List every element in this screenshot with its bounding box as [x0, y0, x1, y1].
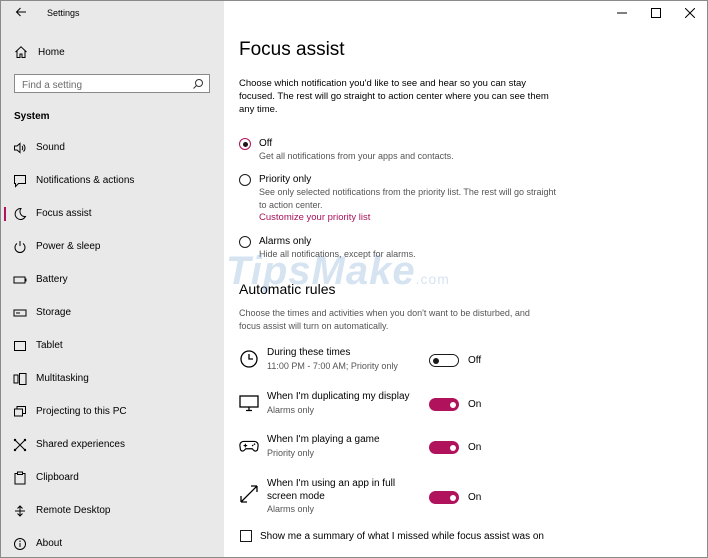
- sidebar-item-storage[interactable]: Storage: [1, 296, 224, 329]
- clock-icon: [239, 349, 259, 369]
- battery-icon: [13, 273, 27, 287]
- rule-title: When I'm duplicating my display: [267, 391, 410, 402]
- main-content: Focus assist Choose which notification y…: [224, 1, 707, 557]
- sidebar-item-label: Shared experiences: [36, 439, 125, 450]
- sidebar-item-focus-assist[interactable]: Focus assist: [1, 197, 224, 230]
- option-description: See only selected notifications from the…: [259, 187, 556, 210]
- sidebar-item-power-sleep[interactable]: Power & sleep: [1, 230, 224, 263]
- summary-checkbox-row[interactable]: Show me a summary of what I missed while…: [240, 530, 544, 542]
- rule-during-times[interactable]: During these times 11:00 PM - 7:00 AM; P…: [239, 347, 699, 381]
- automatic-rules-description: Choose the times and activities when you…: [239, 308, 530, 331]
- rule-detail: Alarms only: [267, 504, 315, 514]
- page-title: Focus assist: [239, 39, 345, 60]
- toggle-state: On: [468, 442, 482, 453]
- sidebar-item-battery[interactable]: Battery: [1, 263, 224, 296]
- page-description: Choose which notification you'd like to …: [239, 78, 549, 115]
- sidebar-item-shared-experiences[interactable]: Shared experiences: [1, 428, 224, 461]
- summary-checkbox[interactable]: [240, 530, 252, 542]
- search-icon[interactable]: [192, 77, 204, 89]
- option-label: Priority only: [259, 174, 312, 185]
- back-button[interactable]: [13, 6, 29, 22]
- moon-icon: [13, 207, 27, 221]
- toggle-state: Off: [468, 355, 482, 366]
- automatic-rules-title: Automatic rules: [239, 281, 336, 297]
- power-icon: [13, 240, 27, 254]
- info-icon: [13, 537, 27, 551]
- option-priority-only[interactable]: Priority only See only selected notifica…: [239, 173, 559, 223]
- option-description: Get all notifications from your apps and…: [259, 151, 454, 161]
- sidebar-item-label: Storage: [36, 307, 72, 318]
- rule-duplicating-display[interactable]: When I'm duplicating my display Alarms o…: [239, 391, 699, 425]
- summary-checkbox-label: Show me a summary of what I missed while…: [260, 530, 544, 542]
- rule-title: During these times: [267, 347, 351, 358]
- sidebar-item-label: Clipboard: [36, 472, 79, 483]
- sidebar-item-about[interactable]: About: [1, 527, 224, 557]
- speaker-icon: [13, 141, 27, 155]
- search-box[interactable]: [14, 74, 210, 94]
- projecting-icon: [13, 405, 27, 419]
- fullscreen-icon: [239, 484, 259, 504]
- app-title: Settings: [47, 8, 80, 18]
- rule-title: When I'm using an app in full screen mod…: [267, 478, 396, 502]
- radio-priority-only[interactable]: [239, 174, 251, 186]
- sidebar-nav: Sound Notifications & actions Focus assi…: [1, 131, 224, 557]
- sidebar: Settings Home System Sound Notifications…: [1, 1, 224, 557]
- rule-toggle[interactable]: [429, 491, 459, 504]
- sidebar-item-home[interactable]: Home: [13, 43, 65, 61]
- multitasking-icon: [13, 372, 27, 386]
- sidebar-item-sound[interactable]: Sound: [1, 131, 224, 164]
- home-icon: [13, 44, 29, 60]
- title-bar: Settings: [1, 1, 224, 27]
- remote-desktop-icon: [13, 504, 27, 518]
- rule-fullscreen-app[interactable]: When I'm using an app in full screen mod…: [239, 478, 699, 520]
- sidebar-item-label: Multitasking: [36, 373, 89, 384]
- sidebar-item-label: Sound: [36, 142, 65, 153]
- customize-priority-link[interactable]: Customize your priority list: [259, 212, 559, 223]
- sidebar-item-projecting[interactable]: Projecting to this PC: [1, 395, 224, 428]
- sidebar-item-label: Tablet: [36, 340, 63, 351]
- gamepad-icon: [239, 436, 259, 456]
- sidebar-item-label: Battery: [36, 274, 68, 285]
- option-off[interactable]: Off Get all notifications from your apps…: [239, 137, 559, 163]
- rule-detail: Priority only: [267, 447, 315, 458]
- radio-alarms-only[interactable]: [239, 236, 251, 248]
- home-label: Home: [38, 46, 65, 58]
- section-heading: System: [14, 111, 50, 122]
- tablet-icon: [13, 339, 27, 353]
- sidebar-item-label: Projecting to this PC: [36, 406, 127, 417]
- monitor-icon: [239, 393, 259, 413]
- rule-toggle[interactable]: [429, 441, 459, 454]
- clipboard-icon: [13, 471, 27, 485]
- radio-off[interactable]: [239, 138, 251, 150]
- sidebar-item-tablet[interactable]: Tablet: [1, 329, 224, 362]
- sidebar-item-label: Remote Desktop: [36, 505, 111, 516]
- rule-detail: 11:00 PM - 7:00 AM; Priority only: [267, 360, 398, 371]
- sidebar-item-label: About: [36, 538, 63, 549]
- rule-toggle[interactable]: [429, 354, 459, 367]
- sidebar-item-remote-desktop[interactable]: Remote Desktop: [1, 494, 224, 527]
- sidebar-item-label: Notifications & actions: [36, 175, 135, 186]
- rule-toggle[interactable]: [429, 398, 459, 411]
- sidebar-item-label: Power & sleep: [36, 241, 101, 252]
- sidebar-item-label: Focus assist: [36, 208, 92, 219]
- rule-title: When I'm playing a game: [267, 434, 380, 445]
- search-input[interactable]: [15, 77, 199, 94]
- option-description: Hide all notifications, except for alarm…: [259, 249, 416, 259]
- toggle-state: On: [468, 399, 482, 410]
- rule-playing-game[interactable]: When I'm playing a game Priority only On: [239, 434, 699, 468]
- notification-icon: [13, 174, 27, 188]
- sidebar-item-multitasking[interactable]: Multitasking: [1, 362, 224, 395]
- option-alarms-only[interactable]: Alarms only Hide all notifications, exce…: [239, 235, 559, 261]
- shared-icon: [13, 438, 27, 452]
- option-label: Off: [259, 138, 273, 149]
- sidebar-item-notifications[interactable]: Notifications & actions: [1, 164, 224, 197]
- storage-icon: [13, 306, 27, 320]
- sidebar-item-clipboard[interactable]: Clipboard: [1, 461, 224, 494]
- toggle-state: On: [468, 492, 482, 503]
- option-label: Alarms only: [259, 236, 312, 247]
- settings-window: Settings Home System Sound Notifications…: [0, 0, 708, 558]
- back-arrow-icon: [15, 7, 26, 17]
- rule-detail: Alarms only: [267, 404, 315, 415]
